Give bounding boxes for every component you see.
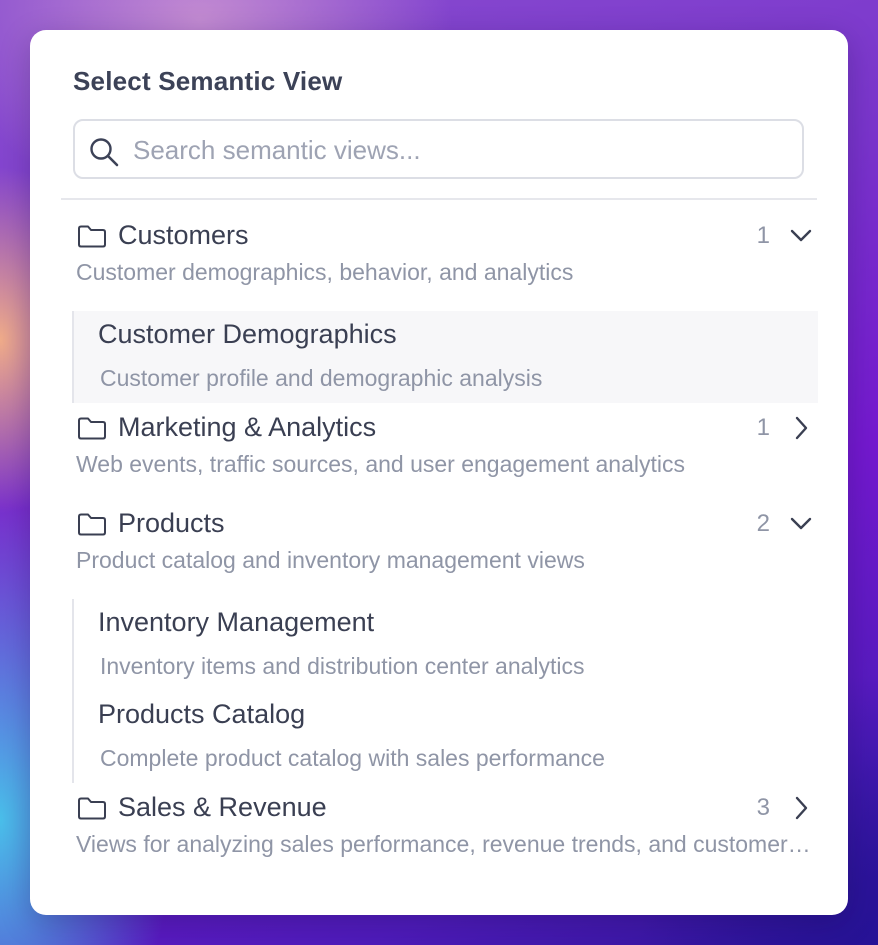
search-icon: [90, 138, 119, 167]
view-description: Customer profile and demographic analysi…: [100, 365, 543, 391]
view-name: Products Catalog: [98, 699, 306, 729]
view-item-inventory-management[interactable]: Inventory Management Inventory items and …: [74, 599, 818, 691]
group-name: Customers: [118, 220, 249, 250]
chevron-right-icon[interactable]: [788, 795, 814, 821]
group-count-badge: 1: [756, 414, 770, 441]
chevron-down-icon[interactable]: [788, 223, 814, 249]
view-name: Customer Demographics: [98, 319, 397, 349]
group-name: Marketing & Analytics: [118, 412, 377, 442]
search-box[interactable]: [73, 119, 804, 179]
group-description: Web events, traffic sources, and user en…: [76, 451, 685, 477]
dialog-title: Select Semantic View: [73, 66, 343, 96]
group-count-badge: 3: [756, 794, 770, 821]
group-description: Customer demographics, behavior, and ana…: [76, 259, 574, 285]
folder-icon: [78, 225, 106, 248]
view-item-customer-demographics[interactable]: Customer Demographics Customer profile an…: [74, 311, 818, 403]
group-header-marketing-analytics[interactable]: Marketing & Analytics 1: [74, 407, 814, 451]
folder-icon: [78, 417, 106, 440]
chevron-down-icon[interactable]: [788, 511, 814, 537]
view-description: Inventory items and distribution center …: [100, 653, 585, 679]
view-description: Complete product catalog with sales perf…: [100, 745, 605, 771]
group-header-products[interactable]: Products 2: [74, 503, 814, 547]
search-input[interactable]: [131, 121, 795, 179]
group-children: Customer Demographics Customer profile an…: [72, 311, 818, 403]
group-header-sales-revenue[interactable]: Sales & Revenue 3: [74, 787, 814, 831]
divider: [61, 198, 817, 200]
folder-icon: [78, 513, 106, 536]
group-description: Product catalog and inventory management…: [76, 547, 585, 573]
group-name: Sales & Revenue: [118, 792, 327, 822]
group-children: Inventory Management Inventory items and …: [72, 599, 818, 783]
semantic-view-selector-dialog: Select Semantic View Customers 1 Customer …: [30, 30, 848, 915]
group-count-badge: 1: [756, 222, 770, 249]
group-header-customers[interactable]: Customers 1: [74, 215, 814, 259]
group-description: Views for analyzing sales performance, r…: [76, 831, 811, 857]
group-count-badge: 2: [756, 510, 770, 537]
chevron-right-icon[interactable]: [788, 415, 814, 441]
view-name: Inventory Management: [98, 607, 375, 637]
folder-icon: [78, 797, 106, 820]
view-item-products-catalog[interactable]: Products Catalog Complete product catalog…: [74, 691, 818, 783]
group-name: Products: [118, 508, 225, 538]
